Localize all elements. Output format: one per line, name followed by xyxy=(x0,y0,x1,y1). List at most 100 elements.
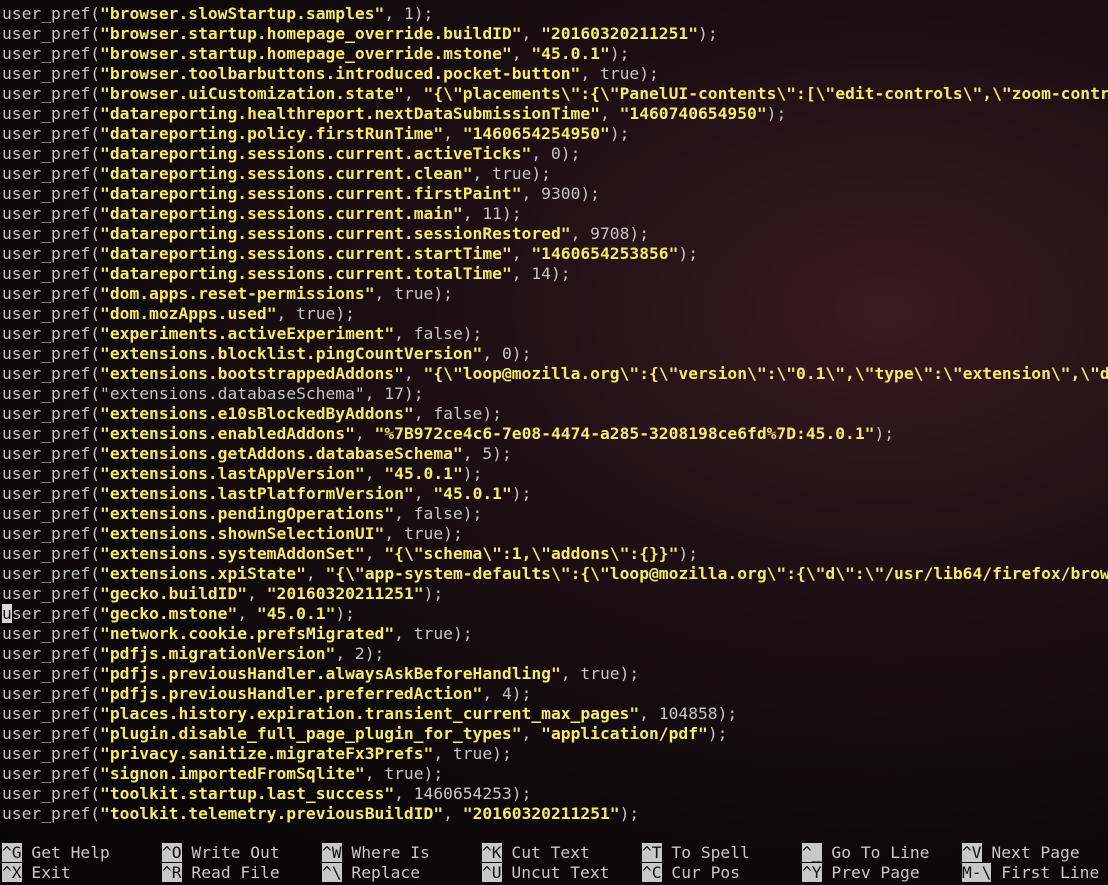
pref-line[interactable]: user_pref("experiments.activeExperiment"… xyxy=(2,324,1108,344)
shortcut-key: ^U xyxy=(482,863,502,882)
shortcut-get-help[interactable]: ^G Get Help xyxy=(2,843,110,863)
pref-value: {\"placements\":{\"PanelUI-contents\":[\… xyxy=(433,84,1108,103)
shortcut-write-out[interactable]: ^O Write Out xyxy=(162,843,280,863)
shortcut-prev-page[interactable]: ^Y Prev Page xyxy=(802,863,920,883)
pref-value: true xyxy=(384,764,424,783)
pref-value: true xyxy=(394,284,434,303)
shortcut-to-spell[interactable]: ^T To Spell xyxy=(642,843,750,863)
pref-key: browser.slowStartup.samples xyxy=(109,4,375,23)
pref-line[interactable]: user_pref("dom.mozApps.used", true); xyxy=(2,304,1108,324)
pref-line[interactable]: user_pref("datareporting.sessions.curren… xyxy=(2,164,1108,184)
pref-function: user_pref( xyxy=(2,464,101,483)
pref-line[interactable]: user_pref("browser.slowStartup.samples",… xyxy=(2,4,1108,24)
shortcut-go-to-line[interactable]: ^_ Go To Line xyxy=(802,843,929,863)
pref-function: user_pref( xyxy=(2,284,101,303)
pref-function: user_pref( xyxy=(2,584,101,603)
pref-line[interactable]: user_pref("datareporting.sessions.curren… xyxy=(2,224,1108,244)
pref-line[interactable]: user_pref("extensions.getAddons.database… xyxy=(2,444,1108,464)
pref-line[interactable]: user_pref("browser.uiCustomization.state… xyxy=(2,84,1108,104)
pref-line[interactable]: user_pref("toolkit.telemetry.previousBui… xyxy=(2,804,1108,824)
pref-value: true xyxy=(492,164,532,183)
shortcut-read-file[interactable]: ^R Read File xyxy=(162,863,280,883)
pref-line[interactable]: user_pref("extensions.databaseSchema", 1… xyxy=(2,384,1108,404)
pref-line[interactable]: user_pref("pdfjs.previousHandler.alwaysA… xyxy=(2,664,1108,684)
shortcut-key: ^G xyxy=(2,843,22,862)
pref-line[interactable]: user_pref("browser.toolbarbuttons.introd… xyxy=(2,64,1108,84)
pref-line[interactable]: user_pref("toolkit.startup.last_success"… xyxy=(2,784,1108,804)
pref-function: user_pref( xyxy=(2,344,101,363)
pref-function: user_pref( xyxy=(2,404,101,423)
pref-line[interactable]: user_pref("privacy.sanitize.migrateFx3Pr… xyxy=(2,744,1108,764)
pref-key: browser.startup.homepage_override.buildI… xyxy=(109,24,512,43)
pref-key: browser.uiCustomization.state xyxy=(109,84,395,103)
pref-line[interactable]: user_pref("extensions.blocklist.pingCoun… xyxy=(2,344,1108,364)
pref-key: toolkit.telemetry.previousBuildID xyxy=(109,804,434,823)
pref-function: user_pref( xyxy=(2,184,101,203)
shortcut-label: Exit xyxy=(21,863,71,882)
pref-line[interactable]: user_pref("pdfjs.previousHandler.preferr… xyxy=(2,684,1108,704)
pref-function: user_pref( xyxy=(2,244,101,263)
pref-line[interactable]: user_pref("places.history.expiration.tra… xyxy=(2,704,1108,724)
shortcut-key: ^O xyxy=(162,843,182,862)
pref-line[interactable]: user_pref("datareporting.policy.firstRun… xyxy=(2,124,1108,144)
pref-key: dom.apps.reset-permissions xyxy=(109,284,365,303)
pref-line[interactable]: user_pref("datareporting.healthreport.ne… xyxy=(2,104,1108,124)
pref-value: 20160320211251 xyxy=(276,584,414,603)
pref-line[interactable]: user_pref("extensions.lastPlatformVersio… xyxy=(2,484,1108,504)
shortcut-first-line[interactable]: M-\ First Line xyxy=(962,863,1099,883)
pref-line[interactable]: user_pref("extensions.shownSelectionUI",… xyxy=(2,524,1108,544)
shortcut-label: Cur Pos xyxy=(661,863,741,882)
pref-line[interactable]: user_pref("datareporting.sessions.curren… xyxy=(2,184,1108,204)
pref-key: datareporting.sessions.current.totalTime xyxy=(109,264,502,283)
pref-line[interactable]: user_pref("extensions.systemAddonSet", "… xyxy=(2,544,1108,564)
pref-line[interactable]: user_pref("pdfjs.migrationVersion", 2); xyxy=(2,644,1108,664)
pref-line[interactable]: user_pref("extensions.lastAppVersion", "… xyxy=(2,464,1108,484)
shortcut-exit[interactable]: ^X Exit xyxy=(2,863,71,883)
pref-value: false xyxy=(413,504,463,523)
pref-line[interactable]: user_pref("gecko.mstone", "45.0.1"); xyxy=(2,604,1108,624)
pref-function: user_pref( xyxy=(2,624,101,643)
shortcut-uncut-text[interactable]: ^U Uncut Text xyxy=(482,863,609,883)
pref-line[interactable]: user_pref("browser.startup.homepage_over… xyxy=(2,44,1108,64)
pref-function: user_pref( xyxy=(2,484,101,503)
pref-key: extensions.xpiState xyxy=(109,564,297,583)
pref-line[interactable]: user_pref("datareporting.sessions.curren… xyxy=(2,144,1108,164)
pref-line[interactable]: user_pref("datareporting.sessions.curren… xyxy=(2,244,1108,264)
pref-line[interactable]: user_pref("plugin.disable_full_page_plug… xyxy=(2,724,1108,744)
shortcut-key: ^T xyxy=(642,843,662,862)
shortcut-cut-text[interactable]: ^K Cut Text xyxy=(482,843,590,863)
pref-line[interactable]: user_pref("datareporting.sessions.curren… xyxy=(2,264,1108,284)
pref-line[interactable]: user_pref("signon.importedFromSqlite", t… xyxy=(2,764,1108,784)
pref-function: user_pref( xyxy=(2,144,101,163)
shortcut-label: Replace xyxy=(341,863,421,882)
text-editor-area[interactable]: user_pref("browser.slowStartup.samples",… xyxy=(2,4,1108,824)
pref-line[interactable]: user_pref("network.cookie.prefsMigrated"… xyxy=(2,624,1108,644)
pref-value: true xyxy=(452,744,493,763)
shortcut-cur-pos[interactable]: ^C Cur Pos xyxy=(642,863,740,883)
pref-line[interactable]: user_pref("dom.apps.reset-permissions", … xyxy=(2,284,1108,304)
pref-key: gecko.mstone xyxy=(109,604,228,623)
pref-function: user_pref( xyxy=(2,684,101,703)
pref-key: extensions.getAddons.databaseSchema xyxy=(109,444,453,463)
terminal-window[interactable]: user_pref("browser.slowStartup.samples",… xyxy=(0,0,1108,885)
pref-line[interactable]: user_pref("extensions.bootstrappedAddons… xyxy=(2,364,1108,384)
pref-line[interactable]: user_pref("browser.startup.homepage_over… xyxy=(2,24,1108,44)
pref-line[interactable]: user_pref("extensions.pendingOperations"… xyxy=(2,504,1108,524)
shortcut-next-page[interactable]: ^V Next Page xyxy=(962,843,1080,863)
pref-value: 5 xyxy=(482,444,493,463)
pref-line[interactable]: user_pref("datareporting.sessions.curren… xyxy=(2,204,1108,224)
pref-value: 2 xyxy=(354,644,365,663)
pref-key: extensions.shownSelectionUI xyxy=(109,524,375,543)
pref-line[interactable]: user_pref("gecko.buildID", "201603202112… xyxy=(2,584,1108,604)
pref-value: 0 xyxy=(550,144,561,163)
shortcut-label: Read File xyxy=(181,863,280,882)
pref-function: ser_pref( xyxy=(11,604,101,623)
pref-line[interactable]: user_pref("extensions.enabledAddons", "%… xyxy=(2,424,1108,444)
shortcut-replace[interactable]: ^\ Replace xyxy=(322,863,420,883)
pref-function: user_pref( xyxy=(2,724,101,743)
shortcut-key: ^X xyxy=(2,863,22,882)
shortcut-where-is[interactable]: ^W Where Is xyxy=(322,843,430,863)
shortcut-label: Write Out xyxy=(181,843,280,862)
pref-line[interactable]: user_pref("extensions.e10sBlockedByAddon… xyxy=(2,404,1108,424)
pref-line[interactable]: user_pref("extensions.xpiState", "{\"app… xyxy=(2,564,1108,584)
